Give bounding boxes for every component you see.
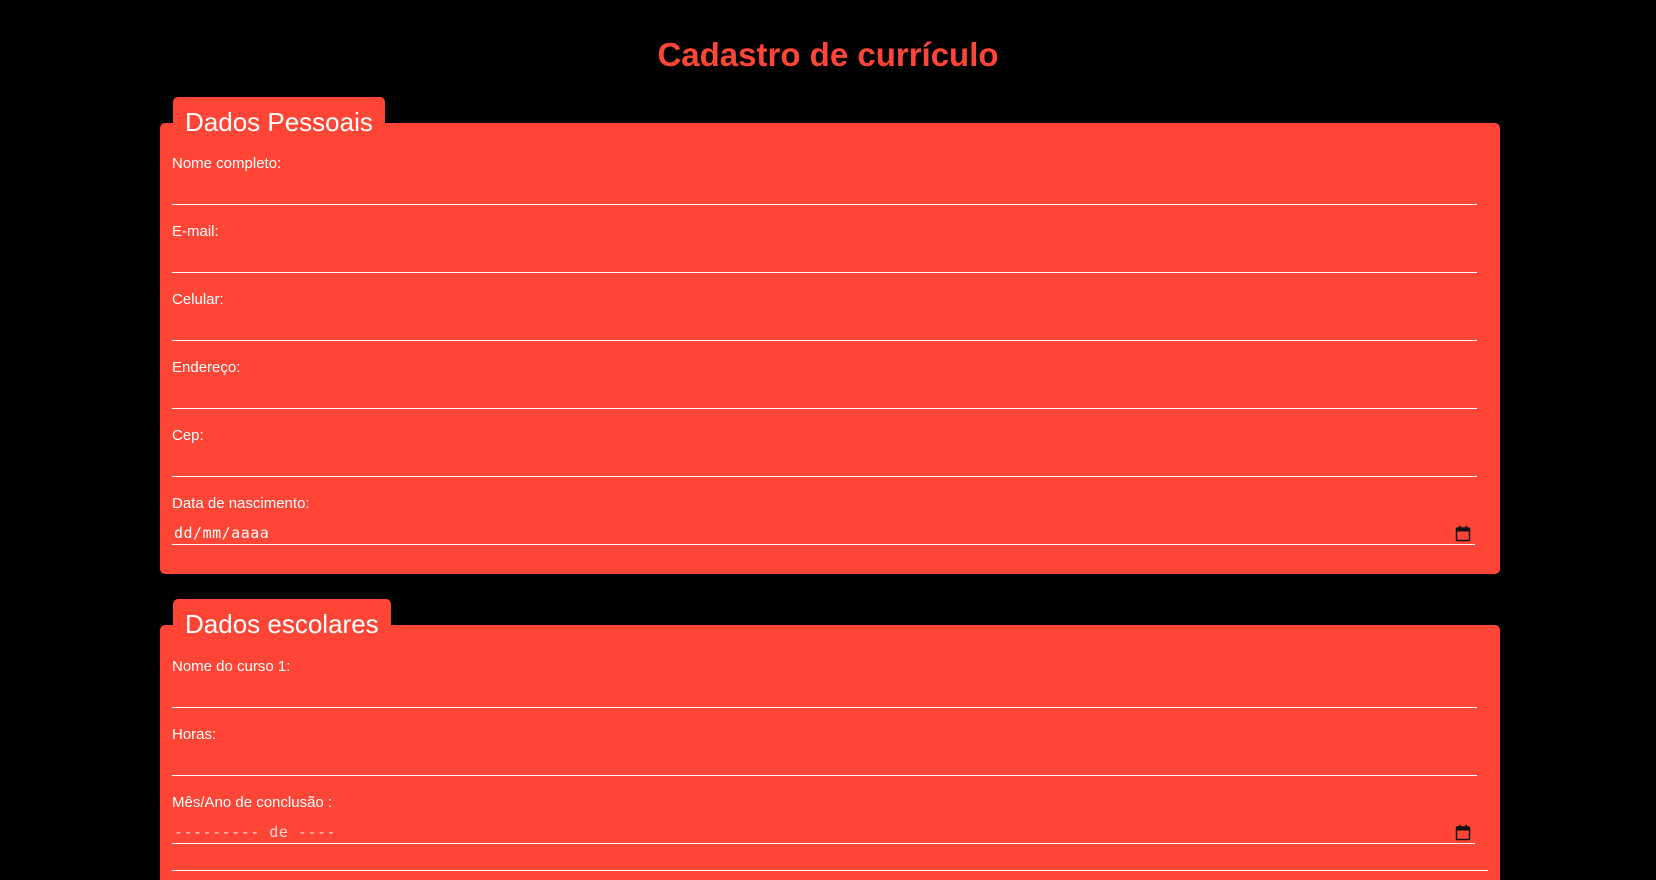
course-name-input[interactable]: [172, 686, 1477, 708]
course-name-label: Nome do curso 1:: [172, 658, 291, 675]
cellphone-input[interactable]: [172, 319, 1477, 341]
full-name-input[interactable]: [172, 183, 1477, 205]
school-data-fieldset: Dados escolares Nome do curso 1: Horas: …: [160, 599, 1500, 880]
school-data-legend: Dados escolares: [173, 599, 391, 639]
address-field: Endereço:: [172, 359, 1478, 409]
email-field: E-mail:: [172, 223, 1478, 273]
birth-date-label: Data de nascimento:: [172, 495, 310, 512]
completion-date-input[interactable]: --------- de ----: [172, 822, 1475, 844]
hours-input[interactable]: [172, 754, 1477, 776]
personal-data-legend: Dados Pessoais: [173, 97, 385, 137]
next-field-underline[interactable]: [172, 870, 1488, 871]
email-input[interactable]: [172, 251, 1477, 273]
full-name-label: Nome completo:: [172, 155, 282, 172]
completion-date-field: Mês/Ano de conclusão : --------- de ----: [172, 794, 1478, 844]
address-label: Endereço:: [172, 359, 241, 376]
address-input[interactable]: [172, 387, 1477, 409]
personal-data-fieldset: Dados Pessoais Nome completo: E-mail: Ce…: [160, 97, 1500, 574]
cep-label: Cep:: [172, 427, 204, 444]
completion-date-placeholder: --------- de ----: [174, 823, 337, 841]
course-name-field: Nome do curso 1:: [172, 658, 1478, 708]
hours-label: Horas:: [172, 726, 217, 743]
calendar-icon[interactable]: [1455, 525, 1471, 542]
completion-date-label: Mês/Ano de conclusão :: [172, 794, 333, 811]
cellphone-label: Celular:: [172, 291, 224, 308]
page-title: Cadastro de currículo: [657, 36, 999, 73]
page: Cadastro de currículo Dados Pessoais Nom…: [0, 0, 1656, 880]
cep-field: Cep:: [172, 427, 1478, 477]
hours-field: Horas:: [172, 726, 1478, 776]
email-label: E-mail:: [172, 223, 219, 240]
cep-input[interactable]: [172, 455, 1477, 477]
birth-date-field: Data de nascimento: dd/mm/aaaa: [172, 495, 1478, 545]
cellphone-field: Celular:: [172, 291, 1478, 341]
calendar-icon[interactable]: [1455, 824, 1471, 841]
birth-date-input[interactable]: dd/mm/aaaa: [172, 523, 1475, 545]
full-name-field: Nome completo:: [172, 155, 1478, 205]
birth-date-placeholder: dd/mm/aaaa: [174, 524, 270, 542]
